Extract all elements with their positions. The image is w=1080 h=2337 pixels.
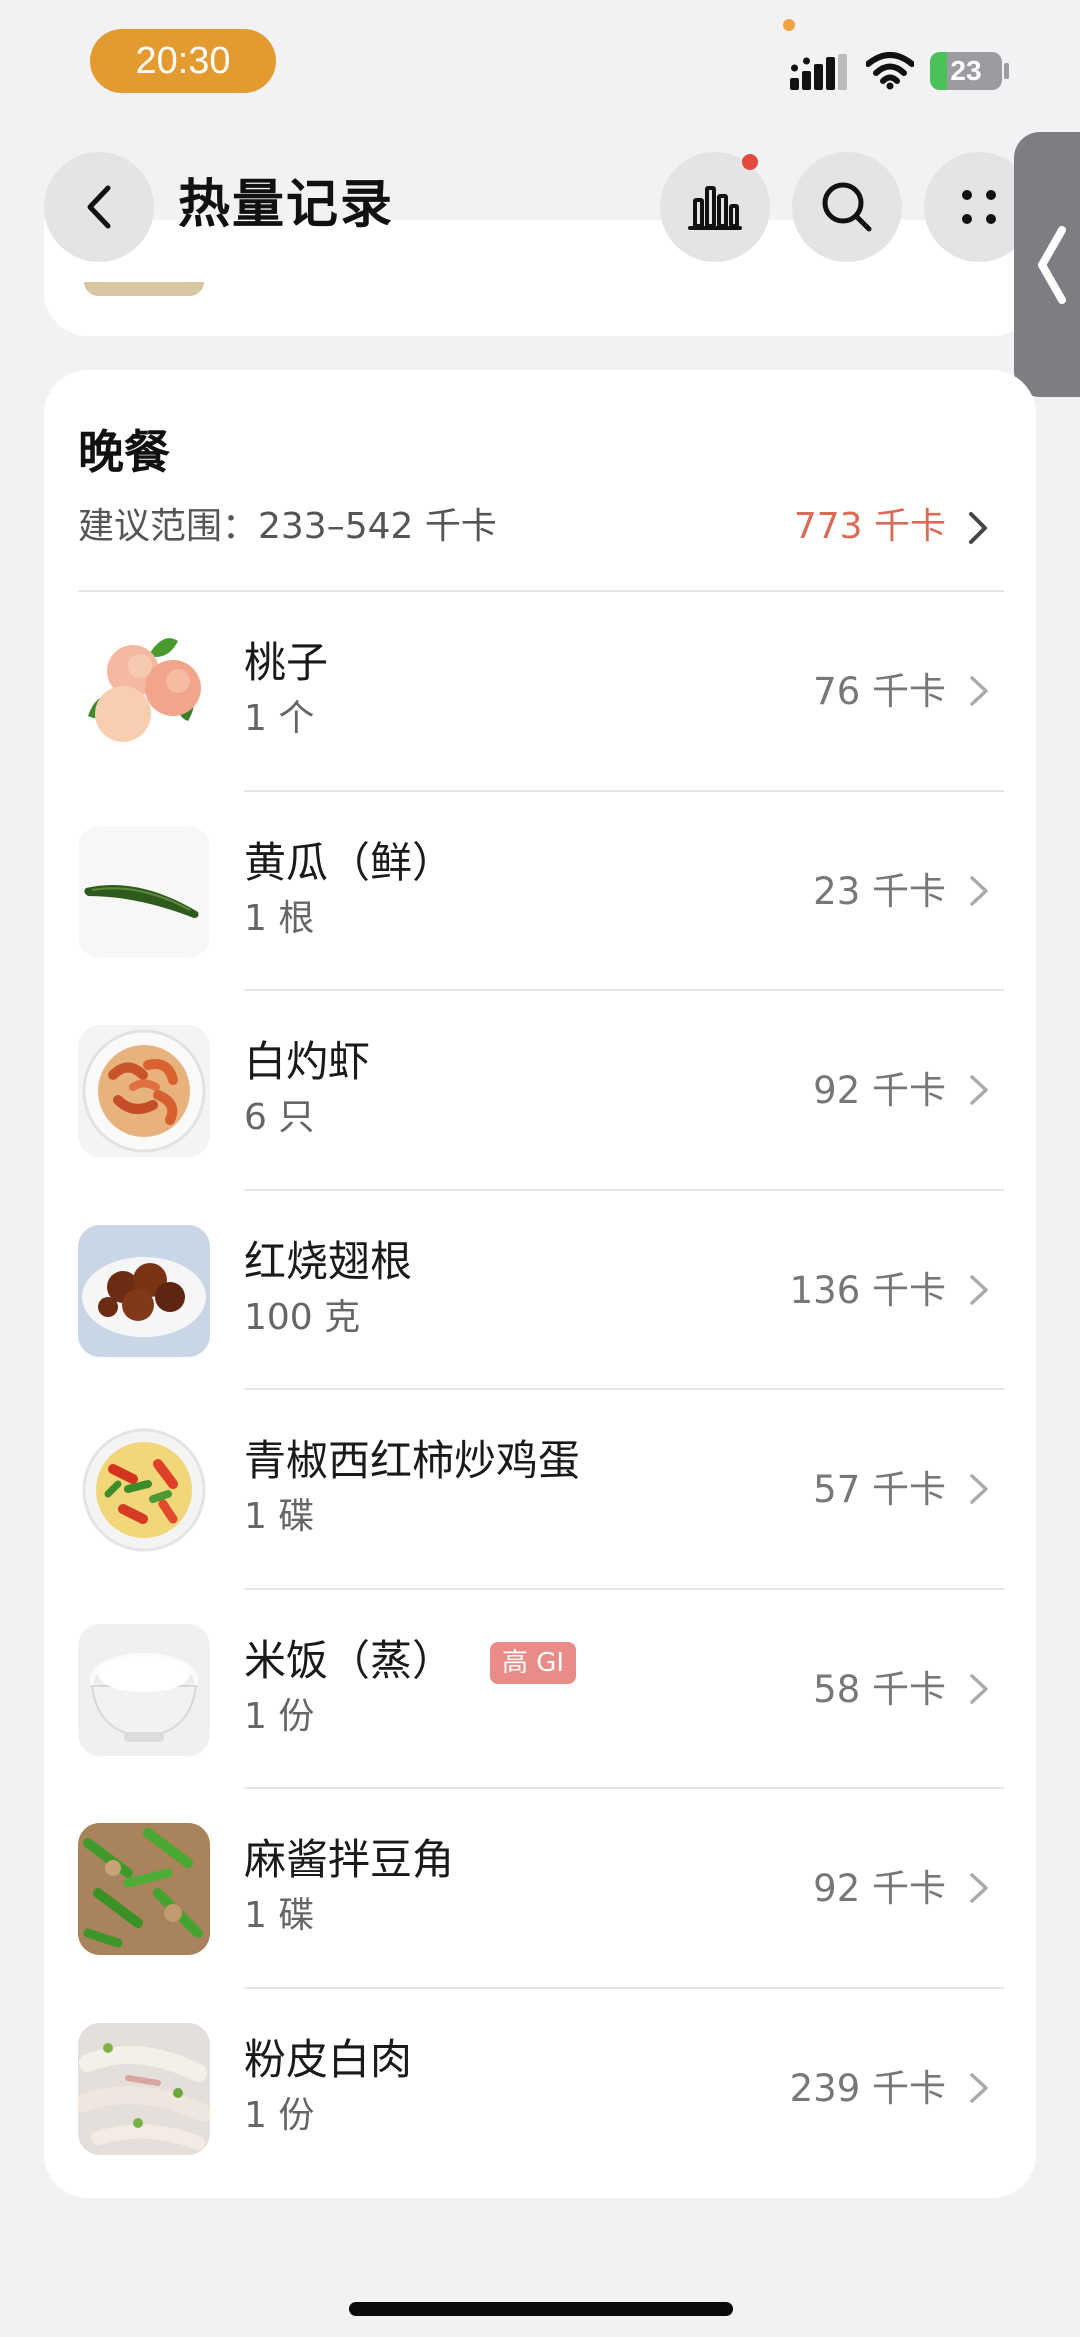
food-kcal: 58 千卡 [813, 1667, 946, 1711]
food-kcal: 57 千卡 [813, 1468, 946, 1511]
meal-title: 晚餐 [78, 425, 170, 479]
chevron-right-icon [970, 1873, 988, 1903]
food-quantity: 100 克 [244, 1296, 361, 1338]
chevron-right-icon [970, 1673, 988, 1704]
high-gi-badge: 高 GI [490, 1641, 577, 1684]
food-quantity: 1 根 [244, 897, 315, 939]
food-item[interactable]: 麻酱拌豆角 1 碟 92 千卡 [44, 1789, 1036, 1989]
food-thumbnail-cucumber [78, 825, 210, 958]
food-quantity: 1 碟 [244, 1895, 315, 1936]
search-icon [822, 182, 872, 232]
battery-percent: 23 [950, 55, 982, 86]
food-kcal: 23 千卡 [813, 869, 946, 913]
chevron-right-icon [970, 2072, 988, 2103]
chevron-right-icon [970, 1274, 988, 1305]
food-item[interactable]: 青椒西红柿炒鸡蛋 1 碟 57 千卡 [44, 1390, 1036, 1590]
chevron-right-icon [970, 1075, 988, 1105]
notification-dot [742, 154, 758, 170]
battery-cap [1004, 63, 1009, 79]
food-thumbnail-rice [78, 1623, 210, 1756]
food-thumbnail-shrimp [78, 1025, 210, 1157]
bar-chart-icon [688, 186, 742, 230]
food-quantity: 1 份 [244, 2094, 315, 2136]
food-thumbnail-green-beans [78, 1823, 210, 1955]
food-quantity: 1 碟 [244, 1496, 315, 1537]
food-thumbnail-tomato-egg [78, 1424, 210, 1556]
meal-recommended-range: 建议范围：233–542 千卡 [78, 506, 497, 547]
food-item[interactable]: 米饭（蒸） 高 GI 1 份 58 千卡 [44, 1590, 1036, 1789]
page-title: 热量记录 [178, 175, 395, 235]
meal-total-kcal[interactable]: 773 千卡 [794, 502, 946, 552]
more-dots-icon [962, 190, 996, 224]
food-quantity: 1 个 [244, 698, 315, 739]
food-item[interactable]: 白灼虾 6 只 92 千卡 [44, 991, 1036, 1191]
status-time: 20:30 [90, 29, 276, 93]
chevron-right-icon [970, 875, 988, 906]
previous-food-thumbnail [84, 282, 204, 296]
chevron-right-icon [970, 1474, 988, 1504]
calorie-record-screen: 20:30 23 热量记录 晚餐 建议范围：233–542 千卡 773 千卡 … [0, 0, 1080, 2337]
chevron-right-icon[interactable] [966, 510, 990, 546]
status-bar: 20:30 23 [0, 0, 1080, 130]
food-kcal: 136 千卡 [789, 1268, 946, 1312]
food-list: 桃子 1 个 76 千卡 黄瓜（鲜） 1 根 23 千卡 白灼虾 6 只 92 … [44, 592, 1036, 2188]
battery-icon: 23 [930, 52, 1002, 90]
food-thumbnail-peach [78, 626, 210, 758]
food-thumbnail-starch-noodle-pork [78, 2022, 210, 2155]
food-name: 红烧翅根 [244, 1236, 413, 1286]
food-thumbnail-braised-wings [78, 1224, 210, 1357]
food-kcal: 76 千卡 [813, 670, 946, 713]
chevron-right-icon [970, 676, 988, 706]
food-kcal: 239 千卡 [789, 2066, 946, 2110]
food-item[interactable]: 桃子 1 个 76 千卡 [44, 592, 1036, 792]
food-name: 粉皮白肉 [244, 2034, 413, 2084]
food-name: 麻酱拌豆角 [244, 1835, 455, 1884]
back-button[interactable] [44, 152, 154, 262]
chevron-left-icon [1038, 226, 1066, 304]
side-floating-tab[interactable] [1014, 132, 1080, 397]
food-name: 米饭（蒸） [244, 1635, 455, 1685]
food-name: 桃子 [244, 638, 329, 687]
chevron-left-icon [87, 185, 111, 229]
food-name: 黄瓜（鲜） [244, 837, 455, 887]
search-button[interactable] [792, 152, 902, 262]
food-quantity: 1 份 [244, 1695, 315, 1737]
home-indicator[interactable] [349, 2302, 733, 2316]
cellular-signal-icon [790, 54, 847, 90]
wifi-icon [866, 52, 914, 90]
food-item[interactable]: 红烧翅根 100 克 136 千卡 [44, 1191, 1036, 1390]
food-quantity: 6 只 [244, 1097, 315, 1138]
food-kcal: 92 千卡 [813, 1069, 946, 1112]
top-nav-bar: 热量记录 [0, 140, 1080, 280]
food-kcal: 92 千卡 [813, 1867, 946, 1910]
food-name: 白灼虾 [244, 1037, 371, 1086]
privacy-indicator-dot [783, 19, 795, 31]
food-item[interactable]: 黄瓜（鲜） 1 根 23 千卡 [44, 792, 1036, 991]
food-item[interactable]: 粉皮白肉 1 份 239 千卡 [44, 1989, 1036, 2189]
food-name: 青椒西红柿炒鸡蛋 [244, 1436, 581, 1485]
dinner-card: 晚餐 建议范围：233–542 千卡 773 千卡 桃子 1 个 76 千卡 黄… [44, 370, 1036, 2198]
